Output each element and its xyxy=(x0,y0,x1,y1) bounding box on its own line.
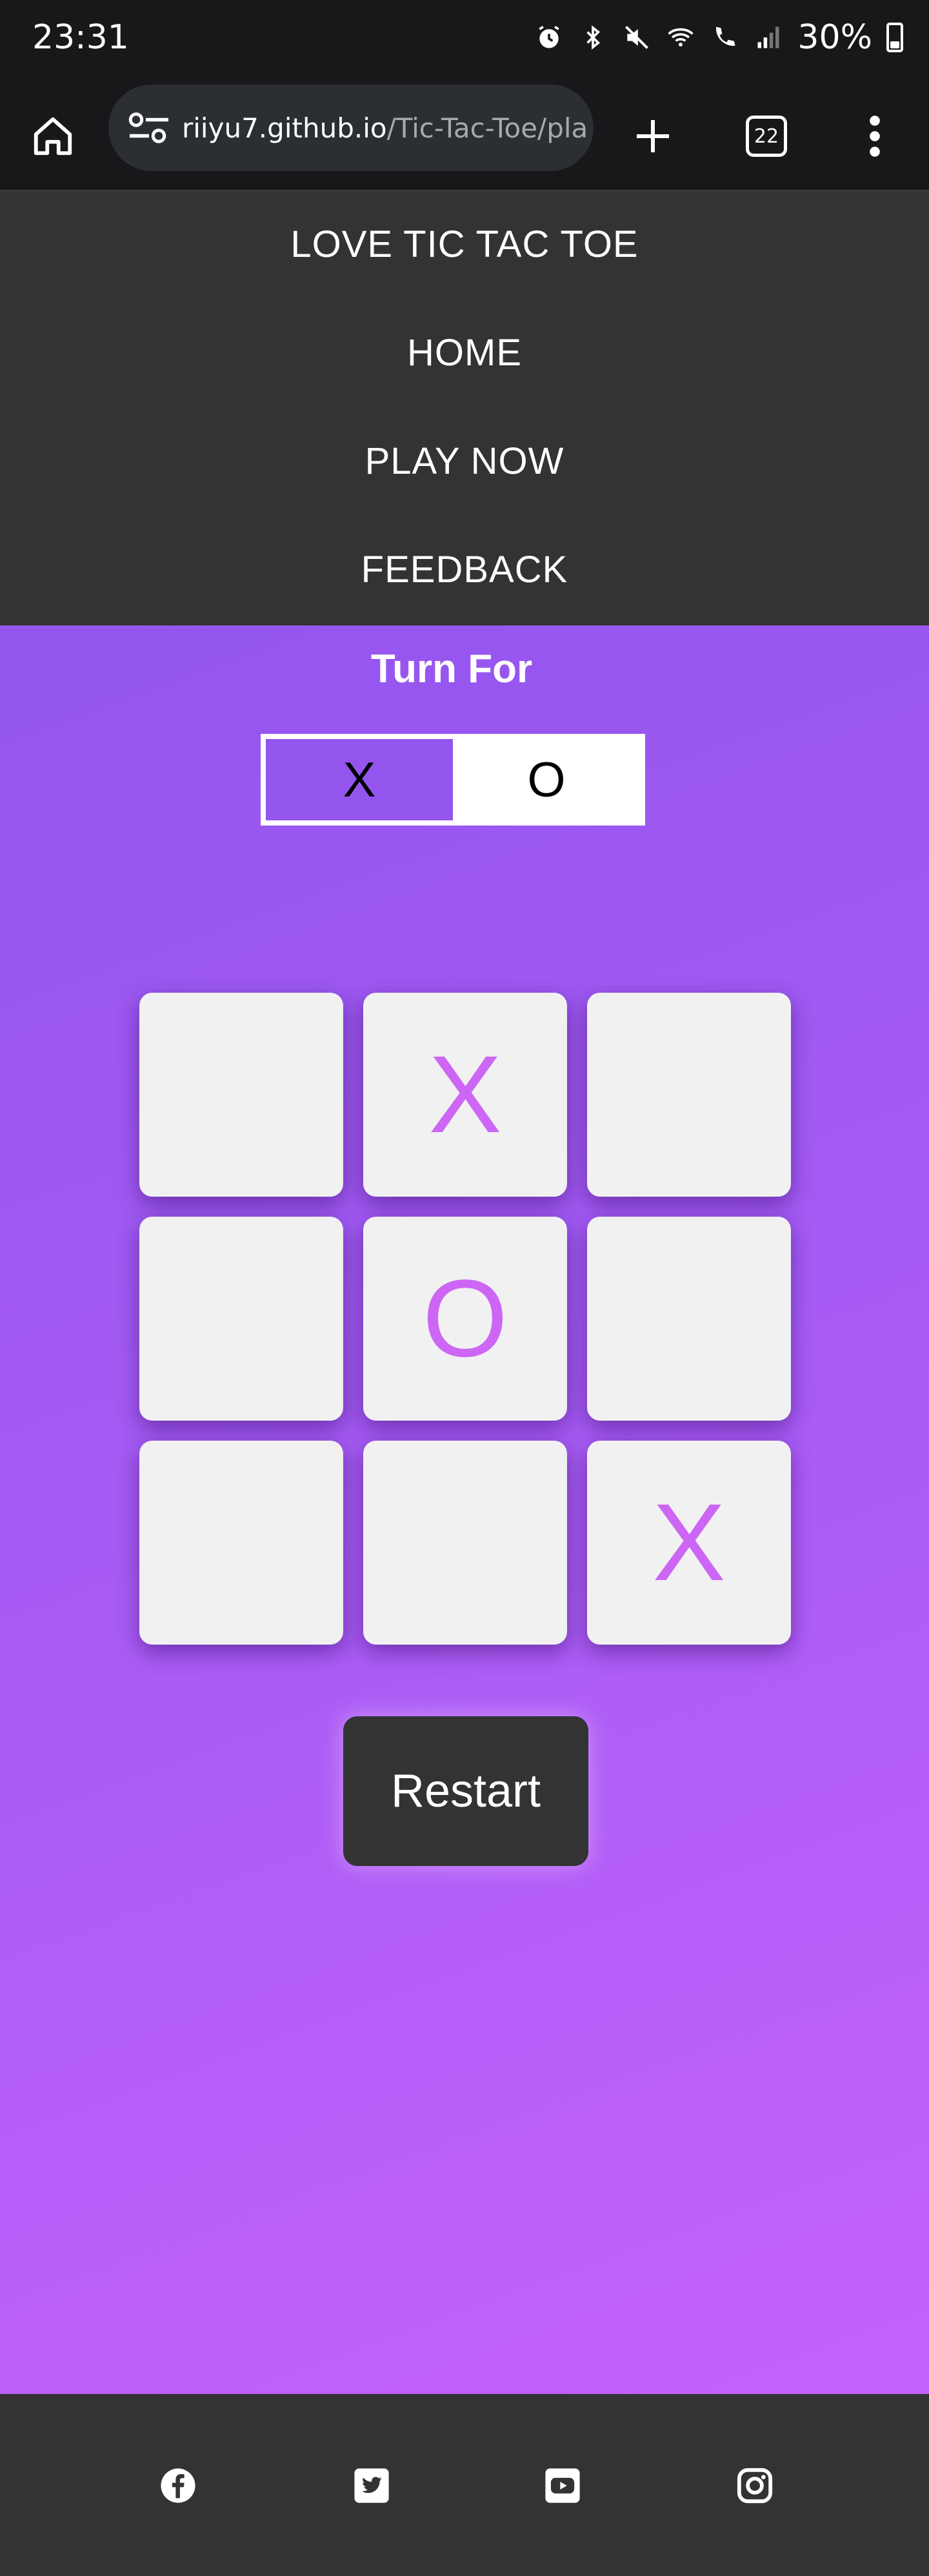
board-cell-3[interactable] xyxy=(587,993,791,1197)
turn-option-x: X xyxy=(266,739,453,820)
browser-toolbar: riiyu7.github.io/Tic-Tac-Toe/pla 22 xyxy=(0,81,929,192)
instagram-link[interactable] xyxy=(735,2466,774,2505)
twitter-link[interactable] xyxy=(352,2466,391,2505)
home-icon xyxy=(34,117,72,156)
board-cell-7[interactable] xyxy=(139,1441,343,1645)
youtube-link[interactable] xyxy=(543,2466,582,2505)
board-cell-9[interactable]: X xyxy=(587,1441,791,1645)
new-tab-button[interactable] xyxy=(622,105,684,167)
facebook-icon xyxy=(161,2468,195,2503)
tab-switcher-button[interactable]: 22 xyxy=(735,105,797,167)
game-board: X O X xyxy=(139,993,791,1645)
home-button[interactable] xyxy=(22,105,84,167)
mute-icon xyxy=(622,23,652,52)
call-icon xyxy=(710,23,739,52)
turn-option-o: O xyxy=(527,752,566,807)
footer xyxy=(0,2394,929,2576)
status-time: 23:31 xyxy=(32,18,129,57)
url-host: riiyu7.github.io xyxy=(182,112,387,144)
signal-icon xyxy=(754,23,783,52)
plus-icon xyxy=(637,120,669,152)
turn-label: Turn For xyxy=(370,647,533,691)
url-path: /Tic-Tac-Toe/pla xyxy=(386,112,588,144)
browser-menu-button[interactable] xyxy=(844,105,906,167)
board-cell-4[interactable] xyxy=(139,1217,343,1421)
battery-icon xyxy=(886,23,903,52)
bluetooth-icon xyxy=(578,23,608,52)
instagram-icon xyxy=(737,2468,773,2504)
status-icons: 30% xyxy=(534,18,903,57)
alarm-icon xyxy=(534,23,564,52)
site-settings-icon[interactable] xyxy=(126,108,172,147)
board-cell-2[interactable]: X xyxy=(363,993,567,1197)
twitter-icon xyxy=(354,2468,389,2503)
nav-item-play-now[interactable]: PLAY NOW xyxy=(0,440,929,483)
board-cell-1[interactable] xyxy=(139,993,343,1197)
youtube-icon xyxy=(545,2468,580,2503)
nav-brand[interactable]: LOVE TIC TAC TOE xyxy=(0,223,929,266)
board-cell-5[interactable]: O xyxy=(363,1217,567,1421)
battery-percent: 30% xyxy=(797,18,872,57)
site-nav: LOVE TIC TAC TOE HOME PLAY NOW FEEDBACK xyxy=(0,192,929,625)
url-text: riiyu7.github.io/Tic-Tac-Toe/pla xyxy=(182,112,588,144)
board-cell-6[interactable] xyxy=(587,1217,791,1421)
wifi-calling-icon xyxy=(666,23,695,52)
restart-button[interactable]: Restart xyxy=(343,1716,588,1866)
nav-item-feedback[interactable]: FEEDBACK xyxy=(0,548,929,591)
tab-count: 22 xyxy=(746,116,787,157)
facebook-link[interactable] xyxy=(159,2466,197,2505)
status-bar: 23:31 30% xyxy=(0,0,929,81)
game-area: Turn For X O X O X Restart xyxy=(0,625,929,2394)
more-vert-icon xyxy=(870,116,880,157)
address-bar[interactable]: riiyu7.github.io/Tic-Tac-Toe/pla xyxy=(108,85,594,171)
board-cell-8[interactable] xyxy=(363,1441,567,1645)
nav-item-home[interactable]: HOME xyxy=(0,331,929,374)
turn-indicator: X O xyxy=(261,734,645,826)
